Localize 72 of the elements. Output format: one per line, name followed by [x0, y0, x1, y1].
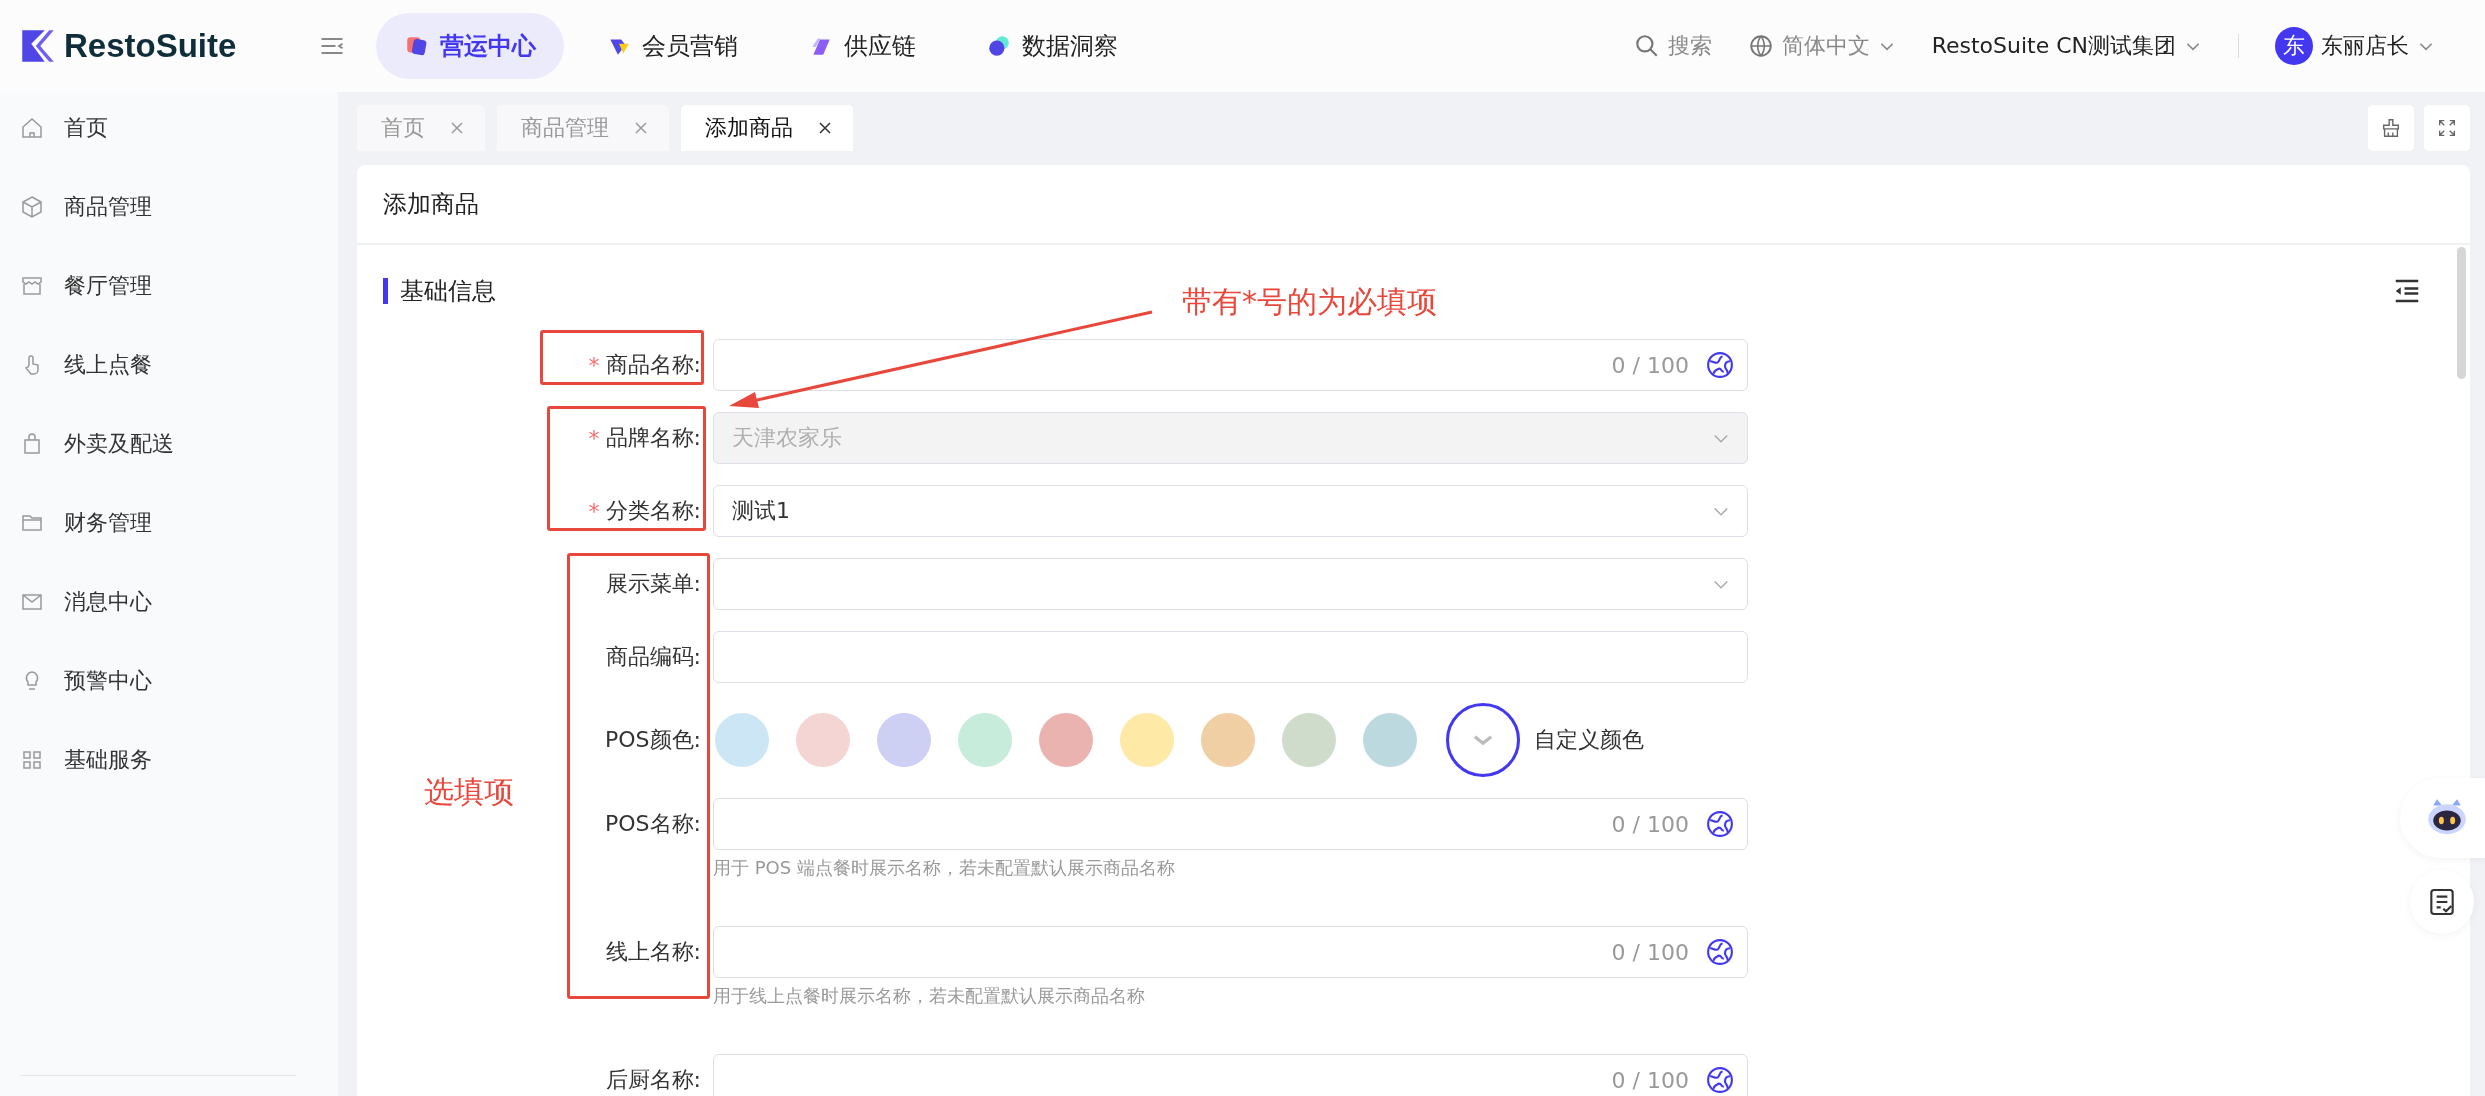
- field-label: POS名称:: [605, 810, 701, 838]
- help-text: 用于线上点餐时展示名称，若未配置默认展示商品名称: [713, 984, 1146, 1008]
- custom-color-button[interactable]: [1446, 703, 1520, 777]
- nav-tab[interactable]: 数据洞察: [958, 13, 1146, 79]
- clear-button[interactable]: [2368, 105, 2414, 151]
- field-label: POS颜色:: [605, 726, 701, 754]
- color-swatch[interactable]: [796, 713, 850, 767]
- nav-tab[interactable]: 供应链: [780, 13, 944, 79]
- close-icon[interactable]: [817, 120, 833, 136]
- globe-icon[interactable]: [1705, 350, 1735, 380]
- help-text: 用于 POS 端点餐时展示名称，若未配置默认展示商品名称: [713, 856, 1176, 880]
- globe-icon[interactable]: [1705, 809, 1735, 839]
- search-button[interactable]: 搜索: [1633, 31, 1712, 61]
- sidebar-item[interactable]: 外卖及配送: [0, 404, 338, 483]
- sidebar-item[interactable]: 预警中心: [0, 641, 338, 720]
- field-label: 展示菜单:: [605, 570, 701, 598]
- globe-icon[interactable]: [1705, 1065, 1735, 1095]
- character-counter: 0 / 100: [1611, 939, 1689, 965]
- organization-dropdown[interactable]: RestoSuite CN测试集团: [1931, 31, 2202, 61]
- user-menu[interactable]: 东 东丽店长: [2275, 27, 2435, 65]
- sidebar-item[interactable]: 餐厅管理: [0, 246, 338, 325]
- sidebar-item[interactable]: 首页: [0, 88, 338, 167]
- select-field[interactable]: 测试1: [713, 485, 1748, 537]
- character-counter: 0 / 100: [1611, 1067, 1689, 1093]
- sidebar-item[interactable]: 线上点餐: [0, 325, 338, 404]
- user-avatar: 东: [2275, 27, 2313, 65]
- fullscreen-icon: [2436, 117, 2458, 139]
- nav-tab[interactable]: 会员营销: [578, 13, 766, 79]
- globe-icon[interactable]: [1705, 937, 1735, 967]
- color-swatch[interactable]: [1363, 713, 1417, 767]
- scrollbar-thumb[interactable]: [2457, 247, 2466, 379]
- field-label: 线上名称:: [605, 938, 701, 966]
- sidebar-item[interactable]: 商品管理: [0, 167, 338, 246]
- annotation-note: 选填项: [424, 773, 514, 811]
- custom-color-label: 自定义颜色: [1534, 726, 1644, 754]
- field-label: 商品名称:: [605, 351, 701, 379]
- box-icon: [20, 194, 44, 219]
- home-icon: [20, 115, 44, 140]
- color-swatch[interactable]: [1120, 713, 1174, 767]
- required-mark: *: [588, 498, 600, 524]
- page-tab[interactable]: 添加商品: [681, 105, 853, 151]
- color-swatch[interactable]: [715, 713, 769, 767]
- logo-icon: [20, 28, 56, 64]
- character-counter: 0 / 100: [1611, 352, 1689, 378]
- select-field[interactable]: [713, 558, 1748, 610]
- field-label: 商品编码:: [605, 643, 701, 671]
- bubbles-icon: [986, 33, 1012, 59]
- color-swatch[interactable]: [1282, 713, 1336, 767]
- field-label: 后厨名称:: [605, 1066, 701, 1094]
- field-label: 品牌名称:: [605, 424, 701, 452]
- language-dropdown[interactable]: 简体中文: [1747, 31, 1896, 61]
- search-icon: [1633, 33, 1660, 59]
- nav-tab[interactable]: 营运中心: [376, 13, 564, 79]
- color-swatch[interactable]: [1039, 713, 1093, 767]
- globe-icon: [1747, 33, 1774, 59]
- character-counter: 0 / 100: [1611, 811, 1689, 837]
- field-label: 分类名称:: [605, 497, 701, 525]
- section-title: 基础信息: [383, 278, 496, 304]
- sidebar-item[interactable]: 基础服务: [0, 720, 338, 799]
- text-field[interactable]: [713, 631, 1748, 683]
- required-mark: *: [588, 352, 600, 378]
- card-title: 添加商品: [357, 165, 2470, 245]
- annotation-note: 带有*号的为必填项: [1182, 283, 1437, 321]
- required-mark: *: [588, 425, 600, 451]
- color-swatch[interactable]: [1201, 713, 1255, 767]
- sidebar-item[interactable]: 财务管理: [0, 483, 338, 562]
- brush-icon: [2380, 117, 2402, 139]
- fullscreen-button[interactable]: [2424, 105, 2470, 151]
- color-swatch[interactable]: [877, 713, 931, 767]
- logo-text: RestoSuite: [64, 27, 237, 65]
- color-swatch[interactable]: [958, 713, 1012, 767]
- sidebar-item[interactable]: 消息中心: [0, 562, 338, 641]
